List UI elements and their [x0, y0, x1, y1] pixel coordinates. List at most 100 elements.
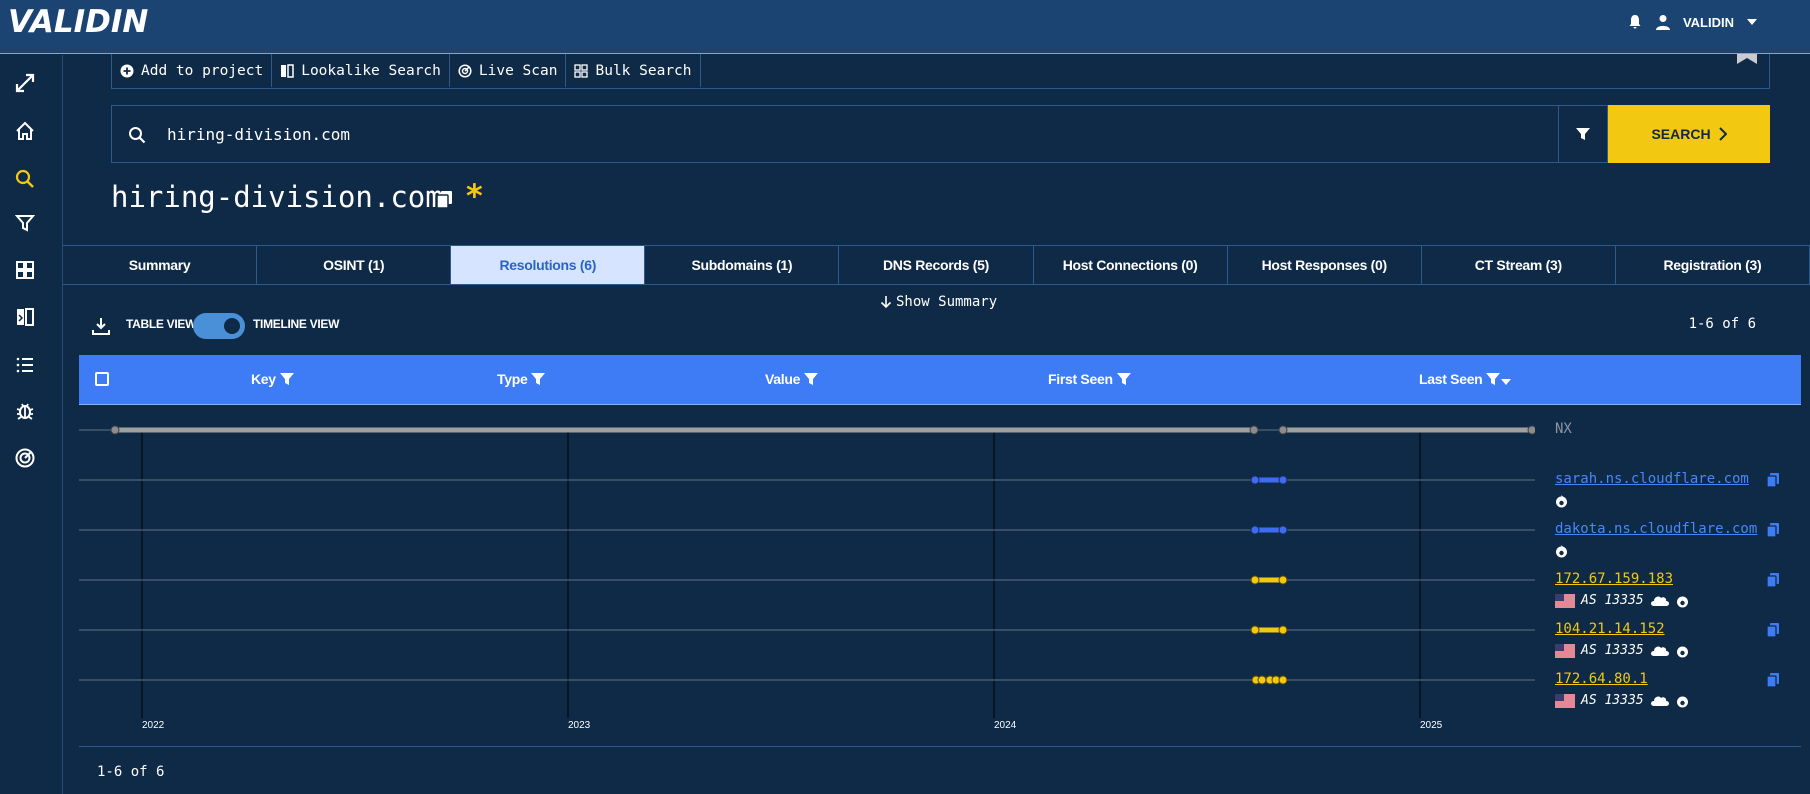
- timeline-view-label[interactable]: TIMELINE VIEW: [253, 317, 339, 331]
- column-value[interactable]: Value: [765, 371, 819, 387]
- ip-point[interactable]: [1278, 575, 1288, 585]
- filter-icon[interactable]: [12, 210, 38, 236]
- caret-down-icon[interactable]: [1746, 18, 1758, 26]
- year-label: 2023: [568, 720, 591, 731]
- tab-summary[interactable]: Summary: [63, 246, 258, 284]
- cloud-icon: [1650, 596, 1669, 606]
- ns-point[interactable]: [1278, 525, 1288, 535]
- copy-icon[interactable]: [1766, 522, 1780, 538]
- tab-dns-records[interactable]: DNS Records (5): [839, 246, 1034, 284]
- filter-icon[interactable]: [279, 372, 294, 386]
- row-label-ip[interactable]: 104.21.14.152: [1555, 621, 1665, 637]
- plus-circle-icon: [120, 64, 134, 77]
- search-button[interactable]: SEARCH: [1608, 105, 1770, 163]
- grid-icon[interactable]: [12, 257, 38, 283]
- column-last-seen[interactable]: Last Seen: [1419, 371, 1512, 387]
- tab-osint[interactable]: OSINT (1): [257, 246, 452, 284]
- copy-icon[interactable]: [1766, 572, 1780, 588]
- ip-point[interactable]: [1250, 625, 1260, 635]
- year-label: 2024: [994, 720, 1017, 731]
- lookalike-search-button[interactable]: Lookalike Search: [272, 54, 450, 87]
- search-icon[interactable]: [12, 166, 38, 192]
- top-bar: VALIDIN VALIDIN: [0, 0, 1810, 54]
- row-meta: [1555, 494, 1568, 508]
- ip-point[interactable]: [1257, 675, 1267, 685]
- filter-icon: [1575, 128, 1590, 140]
- column-first-seen[interactable]: First Seen: [1048, 371, 1131, 387]
- ip-point[interactable]: [1278, 625, 1288, 635]
- asn-label[interactable]: AS 13335: [1581, 693, 1644, 708]
- column-first-seen-label: First Seen: [1048, 371, 1113, 387]
- year-label: 2022: [142, 720, 165, 731]
- add-to-project-button[interactable]: Add to project: [112, 54, 273, 87]
- column-type[interactable]: Type: [497, 371, 546, 387]
- fire-icon: [1676, 646, 1688, 657]
- row-label-sarah-ns[interactable]: sarah.ns.cloudflare.com: [1555, 471, 1749, 487]
- target-icon[interactable]: [12, 445, 38, 471]
- ip-point[interactable]: [1278, 675, 1288, 685]
- tab-registration[interactable]: Registration (3): [1616, 246, 1810, 284]
- table-view-label[interactable]: TABLE VIEW: [126, 317, 196, 331]
- tab-host-connections[interactable]: Host Connections (0): [1034, 246, 1228, 284]
- tab-bar: Summary OSINT (1) Resolutions (6) Subdom…: [63, 245, 1810, 285]
- search-box: [111, 105, 1559, 163]
- nx-point[interactable]: [1249, 425, 1259, 435]
- filter-icon[interactable]: [804, 372, 819, 386]
- lookalike-icon[interactable]: [12, 304, 38, 330]
- asn-label[interactable]: AS 13335: [1581, 593, 1644, 608]
- download-icon[interactable]: [91, 316, 111, 336]
- copy-icon[interactable]: [1766, 622, 1780, 638]
- select-all-checkbox[interactable]: [95, 372, 109, 386]
- expand-icon[interactable]: [12, 70, 38, 96]
- row-label-dakota-ns[interactable]: dakota.ns.cloudflare.com: [1555, 521, 1757, 537]
- user-icon: [1655, 15, 1670, 30]
- filter-icon[interactable]: [531, 372, 546, 386]
- copy-icon[interactable]: [1766, 472, 1780, 488]
- ns-point[interactable]: [1250, 475, 1260, 485]
- ns-point[interactable]: [1278, 475, 1288, 485]
- lookalike-search-label: Lookalike Search: [301, 62, 441, 79]
- nx-point[interactable]: [1278, 425, 1288, 435]
- column-key[interactable]: Key: [251, 371, 294, 387]
- search-input[interactable]: [167, 106, 1467, 162]
- row-label-ip[interactable]: 172.64.80.1: [1555, 671, 1648, 687]
- filter-icon[interactable]: [1486, 372, 1501, 386]
- bell-icon[interactable]: [1627, 14, 1643, 30]
- grid-icon: [574, 63, 589, 78]
- show-summary-label: Show Summary: [896, 294, 998, 310]
- search-filter-button[interactable]: [1558, 105, 1608, 163]
- bookmark-icon[interactable]: [1737, 54, 1757, 64]
- ip-point[interactable]: [1250, 575, 1260, 585]
- tab-ct-stream[interactable]: CT Stream (3): [1422, 246, 1616, 284]
- user-name[interactable]: VALIDIN: [1683, 15, 1734, 30]
- show-summary-button[interactable]: Show Summary: [880, 294, 997, 310]
- view-toggle[interactable]: [193, 313, 245, 339]
- row-meta: AS 13335: [1555, 643, 1689, 658]
- live-scan-button[interactable]: Live Scan: [450, 54, 567, 87]
- star-icon[interactable]: *: [466, 180, 483, 212]
- user-menu[interactable]: VALIDIN: [1627, 14, 1758, 30]
- row-meta: AS 13335: [1555, 693, 1689, 708]
- filter-icon[interactable]: [1116, 372, 1131, 386]
- nx-point[interactable]: [1527, 425, 1535, 435]
- ns-point[interactable]: [1250, 525, 1260, 535]
- copy-icon[interactable]: [1766, 672, 1780, 688]
- nx-point[interactable]: [110, 425, 120, 435]
- list-icon[interactable]: [12, 352, 38, 378]
- row-label-ip[interactable]: 172.67.159.183: [1555, 571, 1673, 587]
- tab-host-responses[interactable]: Host Responses (0): [1228, 246, 1422, 284]
- home-icon[interactable]: [12, 118, 38, 144]
- search-icon: [129, 127, 146, 144]
- bulk-search-label: Bulk Search: [595, 62, 692, 79]
- row-meta: [1555, 544, 1568, 558]
- column-value-label: Value: [765, 371, 801, 387]
- sort-down-icon[interactable]: [1501, 378, 1512, 386]
- tab-resolutions[interactable]: Resolutions (6): [451, 246, 646, 284]
- tab-subdomains[interactable]: Subdomains (1): [645, 246, 840, 284]
- validin-logo[interactable]: VALIDIN: [8, 4, 148, 40]
- bug-icon[interactable]: [12, 398, 38, 424]
- lookalike-icon: [281, 63, 294, 78]
- copy-icon[interactable]: [436, 190, 454, 210]
- asn-label[interactable]: AS 13335: [1581, 643, 1644, 658]
- bulk-search-button[interactable]: Bulk Search: [566, 54, 701, 87]
